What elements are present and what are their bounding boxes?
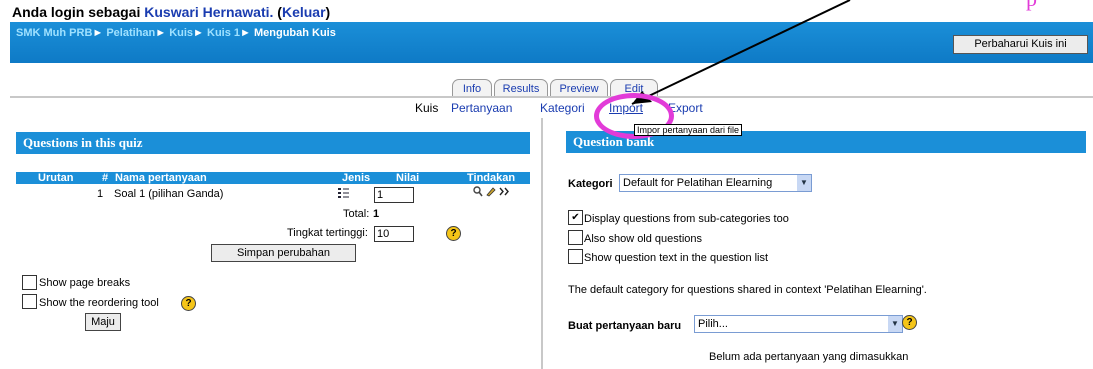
update-quiz-button[interactable]: Perbaharui Kuis ini — [953, 35, 1088, 54]
multichoice-list-icon — [338, 187, 350, 202]
empty-bank-note: Belum ada pertanyaan yang dimasukkan — [709, 351, 909, 363]
help-icon[interactable]: ? — [181, 296, 196, 311]
col-grade: Nilai — [396, 172, 420, 184]
import-tooltip: Impor pertanyaan dari file — [634, 124, 743, 136]
questions-table-header: Urutan # Nama pertanyaan Jenis Nilai Tin… — [16, 172, 530, 184]
question-text-checkbox[interactable] — [568, 249, 583, 264]
question-text-label: Show question text in the question list — [584, 252, 769, 264]
edit-icon[interactable] — [486, 187, 496, 200]
left-panel-title: Questions in this quiz — [16, 132, 530, 154]
col-number: # — [102, 172, 109, 184]
subtab-categories[interactable]: Kategori — [540, 101, 585, 115]
user-name-link[interactable]: Kuswari Hernawati. — [144, 4, 273, 20]
col-type: Jenis — [342, 172, 371, 184]
total-value: 1 — [373, 208, 380, 220]
col-order: Urutan — [38, 172, 74, 184]
login-prefix: Anda login sebagai — [12, 4, 141, 20]
show-page-breaks-checkbox[interactable] — [22, 275, 37, 290]
tab-preview[interactable]: Preview — [550, 79, 608, 96]
create-question-select[interactable]: Pilih... ▼ — [694, 315, 903, 333]
chevron-down-icon: ▼ — [797, 175, 811, 191]
question-grade-input[interactable]: 1 — [374, 187, 414, 203]
show-reordering-label: Show the reordering tool — [39, 297, 159, 309]
breadcrumb-current: Mengubah Kuis — [253, 27, 336, 39]
breadcrumb-item-course[interactable]: Pelatihan — [106, 27, 155, 39]
login-info: Anda login sebagai Kuswari Hernawati. (K… — [12, 4, 330, 20]
preview-icon[interactable] — [473, 186, 483, 200]
subcategories-label: Display questions from sub-categories to… — [584, 213, 789, 225]
show-page-breaks-label: Show page breaks — [39, 277, 131, 289]
help-icon[interactable]: ? — [902, 315, 917, 330]
category-select[interactable]: Default for Pelatihan Elearning ▼ — [619, 174, 812, 192]
default-category-note: The default category for questions share… — [568, 284, 927, 296]
subcategories-checkbox[interactable]: ✔ — [568, 210, 583, 225]
breadcrumb-separator: ► — [92, 27, 104, 39]
logout-link[interactable]: Keluar — [282, 4, 326, 20]
breadcrumb-separator: ► — [240, 27, 251, 39]
chevron-down-icon: ▼ — [888, 316, 902, 332]
breadcrumb-separator: ► — [193, 27, 204, 39]
total-label: Total: — [343, 208, 370, 220]
annotation-text: p — [1026, 0, 1037, 12]
tab-info[interactable]: Info — [452, 79, 492, 96]
breadcrumb: SMK Muh PRB► Pelatihan► Kuis► Kuis 1► Me… — [16, 27, 336, 39]
create-question-label: Buat pertanyaan baru — [568, 320, 682, 332]
breadcrumb-item-quizzes[interactable]: Kuis — [169, 27, 193, 39]
max-grade-input[interactable]: 10 — [374, 226, 414, 242]
panel-divider — [541, 118, 543, 369]
create-question-select-value: Pilih... — [698, 318, 728, 330]
old-questions-label: Also show old questions — [584, 233, 703, 245]
show-reordering-checkbox[interactable] — [22, 294, 37, 309]
tab-results[interactable]: Results — [494, 79, 548, 96]
save-changes-button[interactable]: Simpan perubahan — [211, 244, 356, 262]
col-name: Nama pertanyaan — [115, 172, 207, 184]
navigation-bar: SMK Muh PRB► Pelatihan► Kuis► Kuis 1► Me… — [10, 22, 1093, 63]
logout-close: ) — [325, 4, 331, 20]
go-button[interactable]: Maju — [85, 313, 121, 331]
question-actions — [473, 186, 511, 200]
category-label: Kategori — [568, 178, 613, 190]
category-select-value: Default for Pelatihan Elearning — [623, 177, 773, 189]
subtab-quiz: Kuis — [415, 101, 439, 115]
question-name: Soal 1 (pilihan Ganda) — [114, 188, 224, 200]
breadcrumb-item-site[interactable]: SMK Muh PRB — [16, 27, 92, 39]
subtab-questions[interactable]: Pertanyaan — [451, 101, 512, 115]
question-number: 1 — [97, 188, 104, 200]
move-icon[interactable] — [499, 187, 511, 200]
tab-divider — [10, 96, 1093, 98]
col-actions: Tindakan — [467, 172, 516, 184]
breadcrumb-item-quiz[interactable]: Kuis 1 — [207, 27, 240, 39]
help-icon[interactable]: ? — [446, 226, 461, 241]
breadcrumb-separator: ► — [155, 27, 167, 39]
max-grade-label: Tingkat tertinggi: — [287, 227, 368, 239]
old-questions-checkbox[interactable] — [568, 230, 583, 245]
